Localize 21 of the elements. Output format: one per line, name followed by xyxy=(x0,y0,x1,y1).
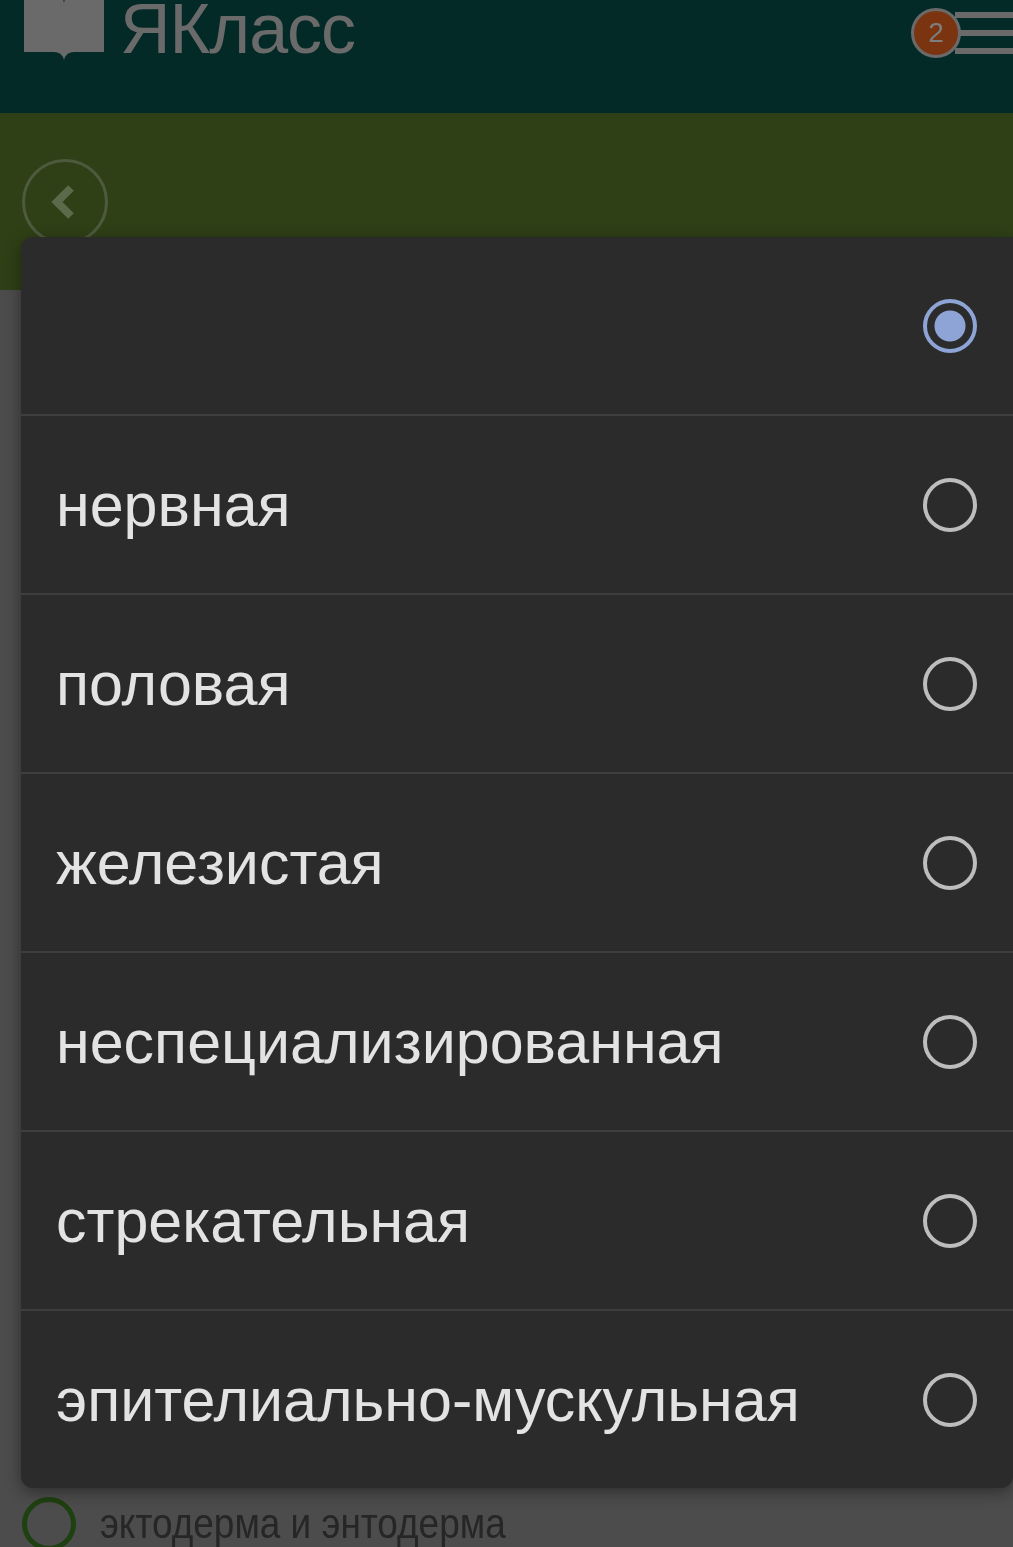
option-label: эпителиально-мускульная xyxy=(56,1364,800,1435)
option-row[interactable]: эпителиально-мускульная xyxy=(21,1309,1013,1488)
radio-button[interactable] xyxy=(923,298,977,353)
radio-button[interactable] xyxy=(923,1372,977,1427)
option-label: стрекательная xyxy=(56,1185,471,1256)
radio-button[interactable] xyxy=(923,835,977,890)
option-row[interactable]: половая xyxy=(21,593,1013,772)
option-label: неспециализированная xyxy=(56,1006,724,1077)
radio-button[interactable] xyxy=(923,1014,977,1069)
option-row[interactable]: железистая xyxy=(21,772,1013,951)
option-label: нервная xyxy=(56,469,291,540)
radio-button[interactable] xyxy=(923,1193,977,1248)
option-row[interactable]: стрекательная xyxy=(21,1130,1013,1309)
book-icon xyxy=(22,0,106,60)
radio-button[interactable] xyxy=(22,1497,76,1547)
option-row[interactable]: неспециализированная xyxy=(21,951,1013,1130)
option-row[interactable]: нервная xyxy=(21,414,1013,593)
radio-button[interactable] xyxy=(923,656,977,711)
radio-button[interactable] xyxy=(923,477,977,532)
option-label: половая xyxy=(56,648,291,719)
option-label: железистая xyxy=(56,827,384,898)
